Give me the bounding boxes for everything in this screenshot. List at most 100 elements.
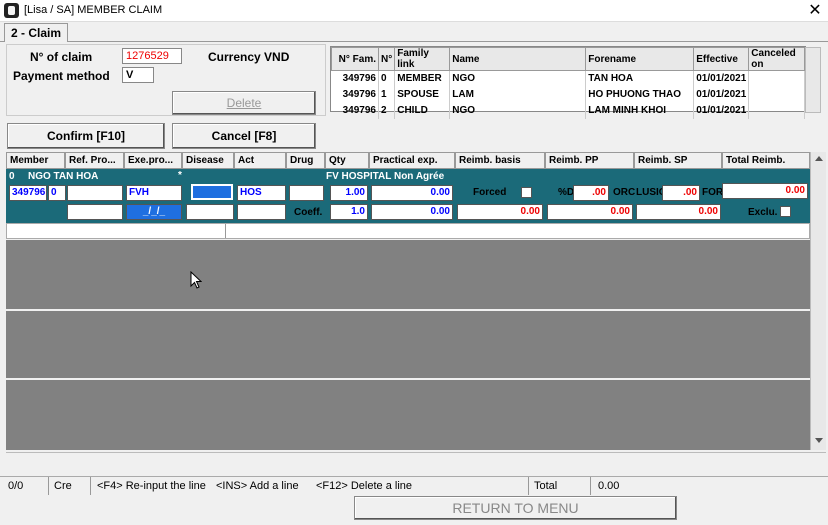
- hint-reinput: <F4> Re-input the line: [97, 480, 206, 492]
- cell-fam-no: 349796: [331, 102, 379, 119]
- col-practical-exp[interactable]: Practical exp.: [369, 152, 455, 169]
- status-divider: [48, 477, 49, 495]
- provider-name: FV HOSPITAL Non Agrée: [326, 171, 445, 182]
- act-field[interactable]: HOS: [237, 185, 286, 201]
- col-disease[interactable]: Disease: [182, 152, 234, 169]
- cell-forename: HO PHUONG THAO: [585, 86, 695, 103]
- pct-field[interactable]: .00: [573, 185, 609, 201]
- cell-name: LAM: [449, 86, 587, 103]
- col-no[interactable]: N°: [377, 47, 396, 71]
- status-mode: Cre: [54, 480, 72, 492]
- cell-effective: 01/01/2021: [693, 86, 750, 103]
- cell-no: 0: [378, 70, 396, 87]
- hint-delete-line: <F12> Delete a line: [316, 480, 413, 492]
- act-sub-field[interactable]: [237, 204, 286, 220]
- cell-effective: 01/01/2021: [693, 70, 750, 87]
- col-reimb-sp[interactable]: Reimb. SP: [634, 152, 722, 169]
- confirm-button[interactable]: Confirm [F10]: [7, 123, 165, 149]
- family-table-scrollbar[interactable]: [805, 47, 821, 113]
- close-icon[interactable]: ✕: [804, 1, 826, 21]
- claim-number-label: N° of claim: [30, 50, 93, 64]
- status-counter: 0/0: [8, 480, 24, 492]
- forced-label: Forced: [473, 187, 507, 198]
- member-seq-field[interactable]: 0: [48, 185, 66, 201]
- total-value: 0.00: [598, 480, 620, 492]
- table-row[interactable]: 349796 0 MEMBER NGO TAN HOA 01/01/2021: [331, 70, 805, 87]
- coeff-amount-field[interactable]: 0.00: [371, 204, 453, 220]
- col-total-reimb[interactable]: Total Reimb.: [722, 152, 810, 169]
- col-family-link[interactable]: Family link: [394, 47, 451, 71]
- app-icon: [4, 3, 19, 18]
- status-divider: [90, 477, 91, 495]
- col-reimb-basis[interactable]: Reimb. basis: [455, 152, 545, 169]
- cell-no: 2: [378, 102, 396, 119]
- return-to-menu-button[interactable]: RETURN TO MENU: [354, 496, 677, 520]
- window-title: [Lisa / SA] MEMBER CLAIM: [24, 4, 163, 16]
- col-reimb-pp[interactable]: Reimb. PP: [545, 152, 634, 169]
- scroll-down-icon[interactable]: [815, 438, 823, 443]
- col-act[interactable]: Act: [234, 152, 286, 169]
- exe-provider-field[interactable]: FVH: [126, 185, 182, 201]
- pp-amount-field[interactable]: 0.00: [547, 204, 633, 220]
- cell-family-link: CHILD: [394, 102, 451, 119]
- col-forename[interactable]: Forename: [585, 47, 695, 71]
- claim-line-editor: 0 NGO TAN HOA * FV HOSPITAL Non Agrée 34…: [6, 169, 810, 223]
- hint-add-line: <INS> Add a line: [216, 480, 299, 492]
- title-bar: [Lisa / SA] MEMBER CLAIM ✕: [0, 0, 828, 22]
- date-field[interactable]: _/_/_: [126, 204, 182, 220]
- drug-field[interactable]: [289, 185, 324, 201]
- ref-provider-field[interactable]: [67, 185, 123, 201]
- qty-field[interactable]: 1.00: [330, 185, 368, 201]
- line-marker: *: [178, 170, 182, 181]
- pp-rate-field[interactable]: .00: [662, 185, 700, 201]
- cell-name: NGO: [449, 70, 587, 87]
- col-exe-provider[interactable]: Exe.pro...: [124, 152, 182, 169]
- tab-bar: 2 - Claim: [0, 22, 828, 42]
- disease-sub-field[interactable]: [186, 204, 234, 220]
- table-row[interactable]: 349796 2 CHILD NGO LAM MINH KHOI 01/01/2…: [331, 102, 805, 119]
- member-number-field[interactable]: 349796: [9, 185, 47, 201]
- basis-amount-field[interactable]: 0.00: [457, 204, 543, 220]
- practical-exp-field[interactable]: 0.00: [371, 185, 453, 201]
- cell-family-link: MEMBER: [394, 70, 451, 87]
- cancel-button[interactable]: Cancel [F8]: [172, 123, 316, 149]
- cell-fam-no: 349796: [331, 86, 379, 103]
- col-canceled-on[interactable]: Canceled on: [748, 47, 805, 71]
- member-name: NGO TAN HOA: [28, 171, 99, 182]
- payment-method-field[interactable]: V: [122, 67, 154, 83]
- coeff-label: Coeff.: [294, 207, 323, 218]
- claim-number-field[interactable]: 1276529: [122, 48, 182, 64]
- col-ref-provider[interactable]: Ref. Pro...: [65, 152, 124, 169]
- disease-field[interactable]: [191, 184, 233, 200]
- table-row[interactable]: 349796 1 SPOUSE LAM HO PHUONG THAO 01/01…: [331, 86, 805, 103]
- total-label: Total: [534, 480, 558, 492]
- cell-canceled-on: [748, 70, 805, 87]
- col-name[interactable]: Name: [449, 47, 587, 71]
- scroll-up-icon[interactable]: [815, 156, 823, 161]
- grid-empty-area-2: [6, 311, 810, 378]
- tab-claim[interactable]: 2 - Claim: [4, 23, 69, 42]
- grid-empty-area-1: [6, 240, 810, 309]
- col-drug[interactable]: Drug: [286, 152, 325, 169]
- grid-footer-strip: [6, 452, 826, 474]
- status-divider: [528, 477, 529, 495]
- col-effective[interactable]: Effective: [693, 47, 750, 71]
- ref-provider-sub-field[interactable]: [67, 204, 123, 220]
- cell-effective: 01/01/2021: [693, 102, 750, 119]
- status-bar: 0/0 Cre <F4> Re-input the line <INS> Add…: [0, 476, 828, 495]
- exclu-checkbox[interactable]: [780, 206, 791, 217]
- forced-checkbox[interactable]: [521, 187, 532, 198]
- delete-button[interactable]: Delete: [172, 91, 316, 115]
- col-member[interactable]: Member: [6, 152, 65, 169]
- grid-scrollbar[interactable]: [810, 152, 826, 450]
- sp-amount-field[interactable]: 0.00: [636, 204, 721, 220]
- cell-forename: TAN HOA: [585, 70, 695, 87]
- col-qty[interactable]: Qty: [325, 152, 369, 169]
- forced-label-3: FOR: [702, 187, 724, 198]
- total-reimb-field[interactable]: 0.00: [722, 183, 808, 199]
- cell-forename: LAM MINH KHOI: [585, 102, 695, 119]
- cell-fam-no: 349796: [331, 70, 379, 87]
- coeff-field[interactable]: 1.0: [330, 204, 368, 220]
- col-fam-no[interactable]: N° Fam.: [331, 47, 379, 71]
- payment-method-label: Payment method: [13, 69, 110, 83]
